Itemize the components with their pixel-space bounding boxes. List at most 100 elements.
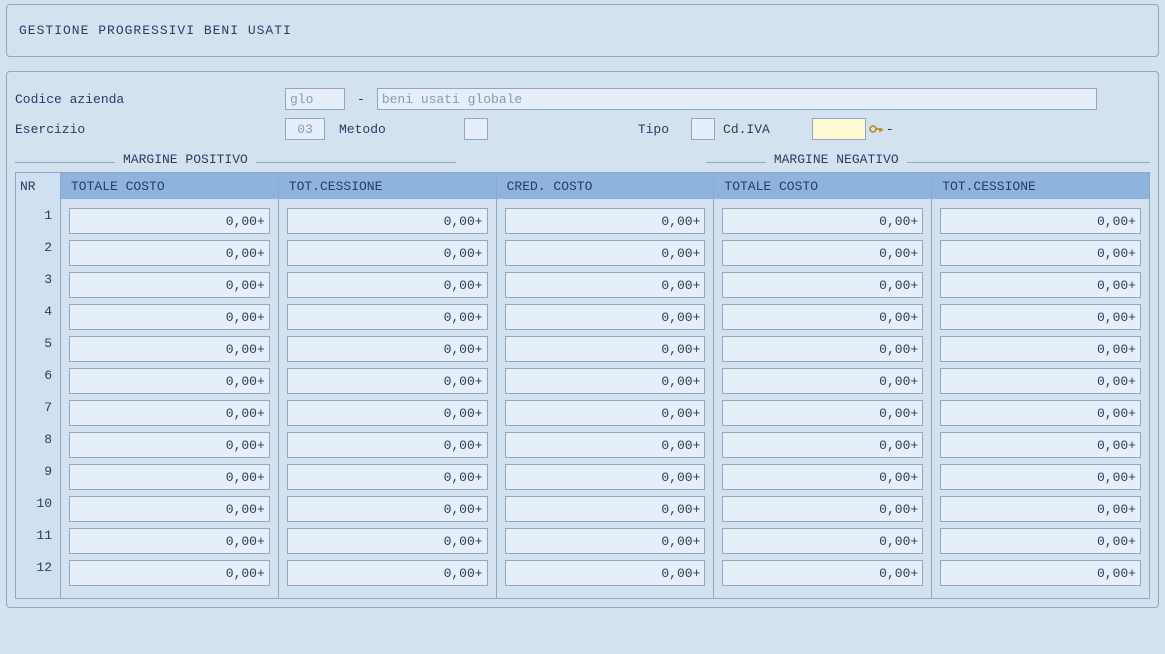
tipo-input[interactable]	[691, 118, 715, 140]
nr-cell: 4	[16, 295, 60, 327]
row-esercizio: Esercizio 03 Metodo Tipo Cd.IVA -	[15, 114, 1150, 144]
value-cell[interactable]: 0,00+	[69, 560, 270, 586]
value-cell[interactable]: 0,00+	[722, 240, 923, 266]
value-cell[interactable]: 0,00+	[722, 528, 923, 554]
value-cell[interactable]: 0,00+	[940, 240, 1141, 266]
value-cell[interactable]: 0,00+	[287, 208, 488, 234]
col-header-c3: CRED. COSTO	[497, 173, 714, 199]
value-cell[interactable]: 0,00+	[287, 496, 488, 522]
nr-cell: 6	[16, 359, 60, 391]
section-labels-row: MARGINE POSITIVO MARGINE NEGATIVO	[15, 148, 1150, 170]
codice-azienda-desc-input[interactable]: beni usati globale	[377, 88, 1097, 110]
col-header-c5: TOT.CESSIONE	[932, 173, 1149, 199]
col-header-c2: TOT.CESSIONE	[279, 173, 496, 199]
value-cell[interactable]: 0,00+	[287, 464, 488, 490]
value-cell[interactable]: 0,00+	[505, 272, 706, 298]
value-cell[interactable]: 0,00+	[940, 208, 1141, 234]
value-cell[interactable]: 0,00+	[505, 304, 706, 330]
value-cell[interactable]: 0,00+	[287, 272, 488, 298]
value-cell[interactable]: 0,00+	[940, 464, 1141, 490]
codice-azienda-label: Codice azienda	[15, 92, 285, 107]
value-cell[interactable]: 0,00+	[69, 208, 270, 234]
esercizio-label: Esercizio	[15, 122, 285, 137]
margine-positivo-label: MARGINE POSITIVO	[115, 152, 256, 167]
value-cell[interactable]: 0,00+	[69, 304, 270, 330]
value-cell[interactable]: 0,00+	[722, 560, 923, 586]
page-title: GESTIONE PROGRESSIVI BENI USATI	[19, 23, 292, 38]
value-cell[interactable]: 0,00+	[505, 496, 706, 522]
value-cell[interactable]: 0,00+	[287, 368, 488, 394]
main-panel: Codice azienda glo - beni usati globale …	[6, 71, 1159, 608]
tipo-label: Tipo	[638, 122, 669, 137]
nr-header: NR	[16, 173, 60, 199]
value-cell[interactable]: 0,00+	[722, 496, 923, 522]
nr-cell: 11	[16, 519, 60, 551]
value-cell[interactable]: 0,00+	[940, 496, 1141, 522]
value-cell[interactable]: 0,00+	[287, 304, 488, 330]
col-tot-cessione-pos: TOT.CESSIONE 0,00+ 0,00+ 0,00+ 0,00+ 0,00+ 0,…	[279, 172, 497, 599]
value-cell[interactable]: 0,00+	[69, 432, 270, 458]
key-icon[interactable]	[868, 121, 884, 137]
value-cell[interactable]: 0,00+	[722, 208, 923, 234]
value-cell[interactable]: 0,00+	[722, 304, 923, 330]
value-cell[interactable]: 0,00+	[69, 336, 270, 362]
cdiva-label: Cd.IVA	[723, 122, 770, 137]
col-cred-costo: CRED. COSTO 0,00+ 0,00+ 0,00+ 0,00+ 0,00+ 0,0…	[497, 172, 715, 599]
value-cell[interactable]: 0,00+	[722, 432, 923, 458]
value-cell[interactable]: 0,00+	[69, 400, 270, 426]
value-cell[interactable]: 0,00+	[505, 528, 706, 554]
value-cell[interactable]: 0,00+	[940, 272, 1141, 298]
value-cell[interactable]: 0,00+	[505, 400, 706, 426]
col-tot-cessione-neg: TOT.CESSIONE 0,00+ 0,00+ 0,00+ 0,00+ 0,00+ 0,…	[932, 172, 1150, 599]
title-panel: GESTIONE PROGRESSIVI BENI USATI	[6, 4, 1159, 57]
value-cell[interactable]: 0,00+	[69, 496, 270, 522]
value-cell[interactable]: 0,00+	[722, 368, 923, 394]
codice-azienda-input[interactable]: glo	[285, 88, 345, 110]
value-cell[interactable]: 0,00+	[940, 528, 1141, 554]
value-cell[interactable]: 0,00+	[940, 400, 1141, 426]
value-cell[interactable]: 0,00+	[287, 560, 488, 586]
nr-cell: 8	[16, 423, 60, 455]
nr-cell: 12	[16, 551, 60, 583]
value-cell[interactable]: 0,00+	[505, 560, 706, 586]
value-cell[interactable]: 0,00+	[722, 464, 923, 490]
value-cell[interactable]: 0,00+	[940, 560, 1141, 586]
nr-cell: 3	[16, 263, 60, 295]
row-codice-azienda: Codice azienda glo - beni usati globale	[15, 84, 1150, 114]
value-cell[interactable]: 0,00+	[722, 336, 923, 362]
data-grid: NR 123456789101112 TOTALE COSTO 0,00+0,0…	[15, 172, 1150, 599]
value-cell[interactable]: 0,00+	[505, 208, 706, 234]
value-cell[interactable]: 0,00+	[287, 240, 488, 266]
value-cell[interactable]: 0,00+	[69, 272, 270, 298]
value-cell[interactable]: 0,00+	[69, 368, 270, 394]
value-cell[interactable]: 0,00+	[505, 464, 706, 490]
value-cell[interactable]: 0,00+	[722, 272, 923, 298]
value-cell[interactable]: 0,00+	[505, 336, 706, 362]
value-cell[interactable]: 0,00+	[69, 528, 270, 554]
esercizio-input[interactable]: 03	[285, 118, 325, 140]
value-cell[interactable]: 0,00+	[69, 240, 270, 266]
value-cell[interactable]: 0,00+	[940, 432, 1141, 458]
metodo-label: Metodo	[339, 122, 386, 137]
value-cell[interactable]: 0,00+	[287, 432, 488, 458]
value-cell[interactable]: 0,00+	[940, 368, 1141, 394]
value-cell[interactable]: 0,00+	[940, 336, 1141, 362]
nr-column: NR 123456789101112	[15, 172, 61, 599]
nr-cell: 1	[16, 199, 60, 231]
value-cell[interactable]: 0,00+	[287, 336, 488, 362]
value-cell[interactable]: 0,00+	[505, 432, 706, 458]
value-cell[interactable]: 0,00+	[287, 400, 488, 426]
value-cell[interactable]: 0,00+	[722, 400, 923, 426]
value-cell[interactable]: 0,00+	[505, 240, 706, 266]
nr-cell: 10	[16, 487, 60, 519]
nr-cell: 2	[16, 231, 60, 263]
col-totale-costo-neg: TOTALE COSTO 0,00+0,00+0,00+0,00+0,00+0,…	[714, 172, 932, 599]
nr-cell: 7	[16, 391, 60, 423]
metodo-input[interactable]	[464, 118, 488, 140]
value-cell[interactable]: 0,00+	[69, 464, 270, 490]
cdiva-input[interactable]	[812, 118, 866, 140]
col-header-c1: TOTALE COSTO	[61, 173, 278, 199]
value-cell[interactable]: 0,00+	[505, 368, 706, 394]
value-cell[interactable]: 0,00+	[287, 528, 488, 554]
value-cell[interactable]: 0,00+	[940, 304, 1141, 330]
